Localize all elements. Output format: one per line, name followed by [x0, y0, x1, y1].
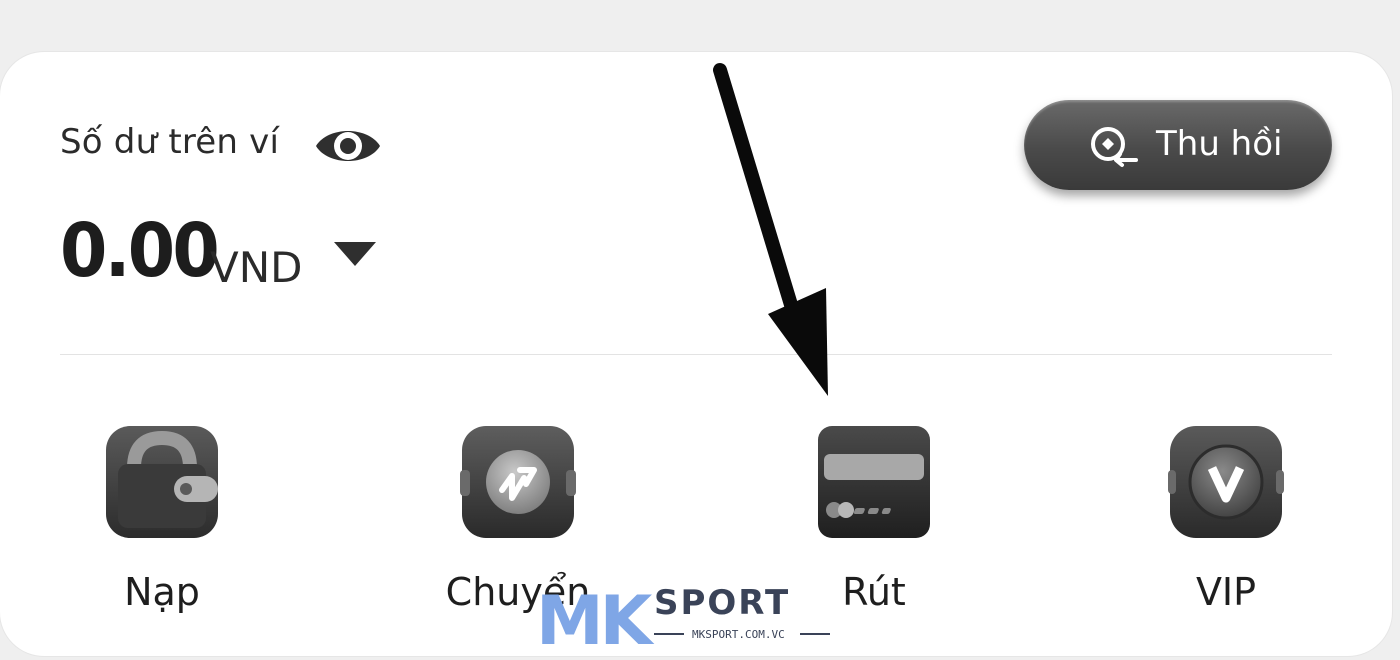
vip-icon: [1168, 426, 1284, 538]
recall-button-label: Thu hồi: [1156, 124, 1283, 164]
vip-action[interactable]: VIP: [1128, 424, 1328, 624]
balance-amount: 0.00: [60, 208, 220, 294]
mksport-watermark-logo: MK SPORT MKSPORT.COM.VC: [536, 582, 830, 652]
svg-text:MKSPORT.COM.VC: MKSPORT.COM.VC: [692, 628, 785, 641]
wallet-icon: [106, 426, 218, 538]
deposit-action[interactable]: Nạp: [64, 424, 264, 624]
recall-icon: [1091, 127, 1138, 167]
eye-icon[interactable]: [314, 118, 382, 174]
caret-down-icon[interactable]: [332, 238, 378, 272]
card-icon: [818, 426, 930, 538]
balance-label: Số dư trên ví: [60, 122, 280, 162]
vip-label: VIP: [1195, 570, 1257, 614]
deposit-label: Nạp: [124, 570, 200, 614]
balance-currency: VND: [210, 243, 303, 292]
divider: [60, 354, 1332, 355]
recall-button[interactable]: Thu hồi: [1024, 100, 1332, 190]
transfer-icon: [460, 426, 576, 538]
svg-text:SPORT: SPORT: [654, 583, 790, 623]
svg-text:MK: MK: [536, 582, 655, 652]
